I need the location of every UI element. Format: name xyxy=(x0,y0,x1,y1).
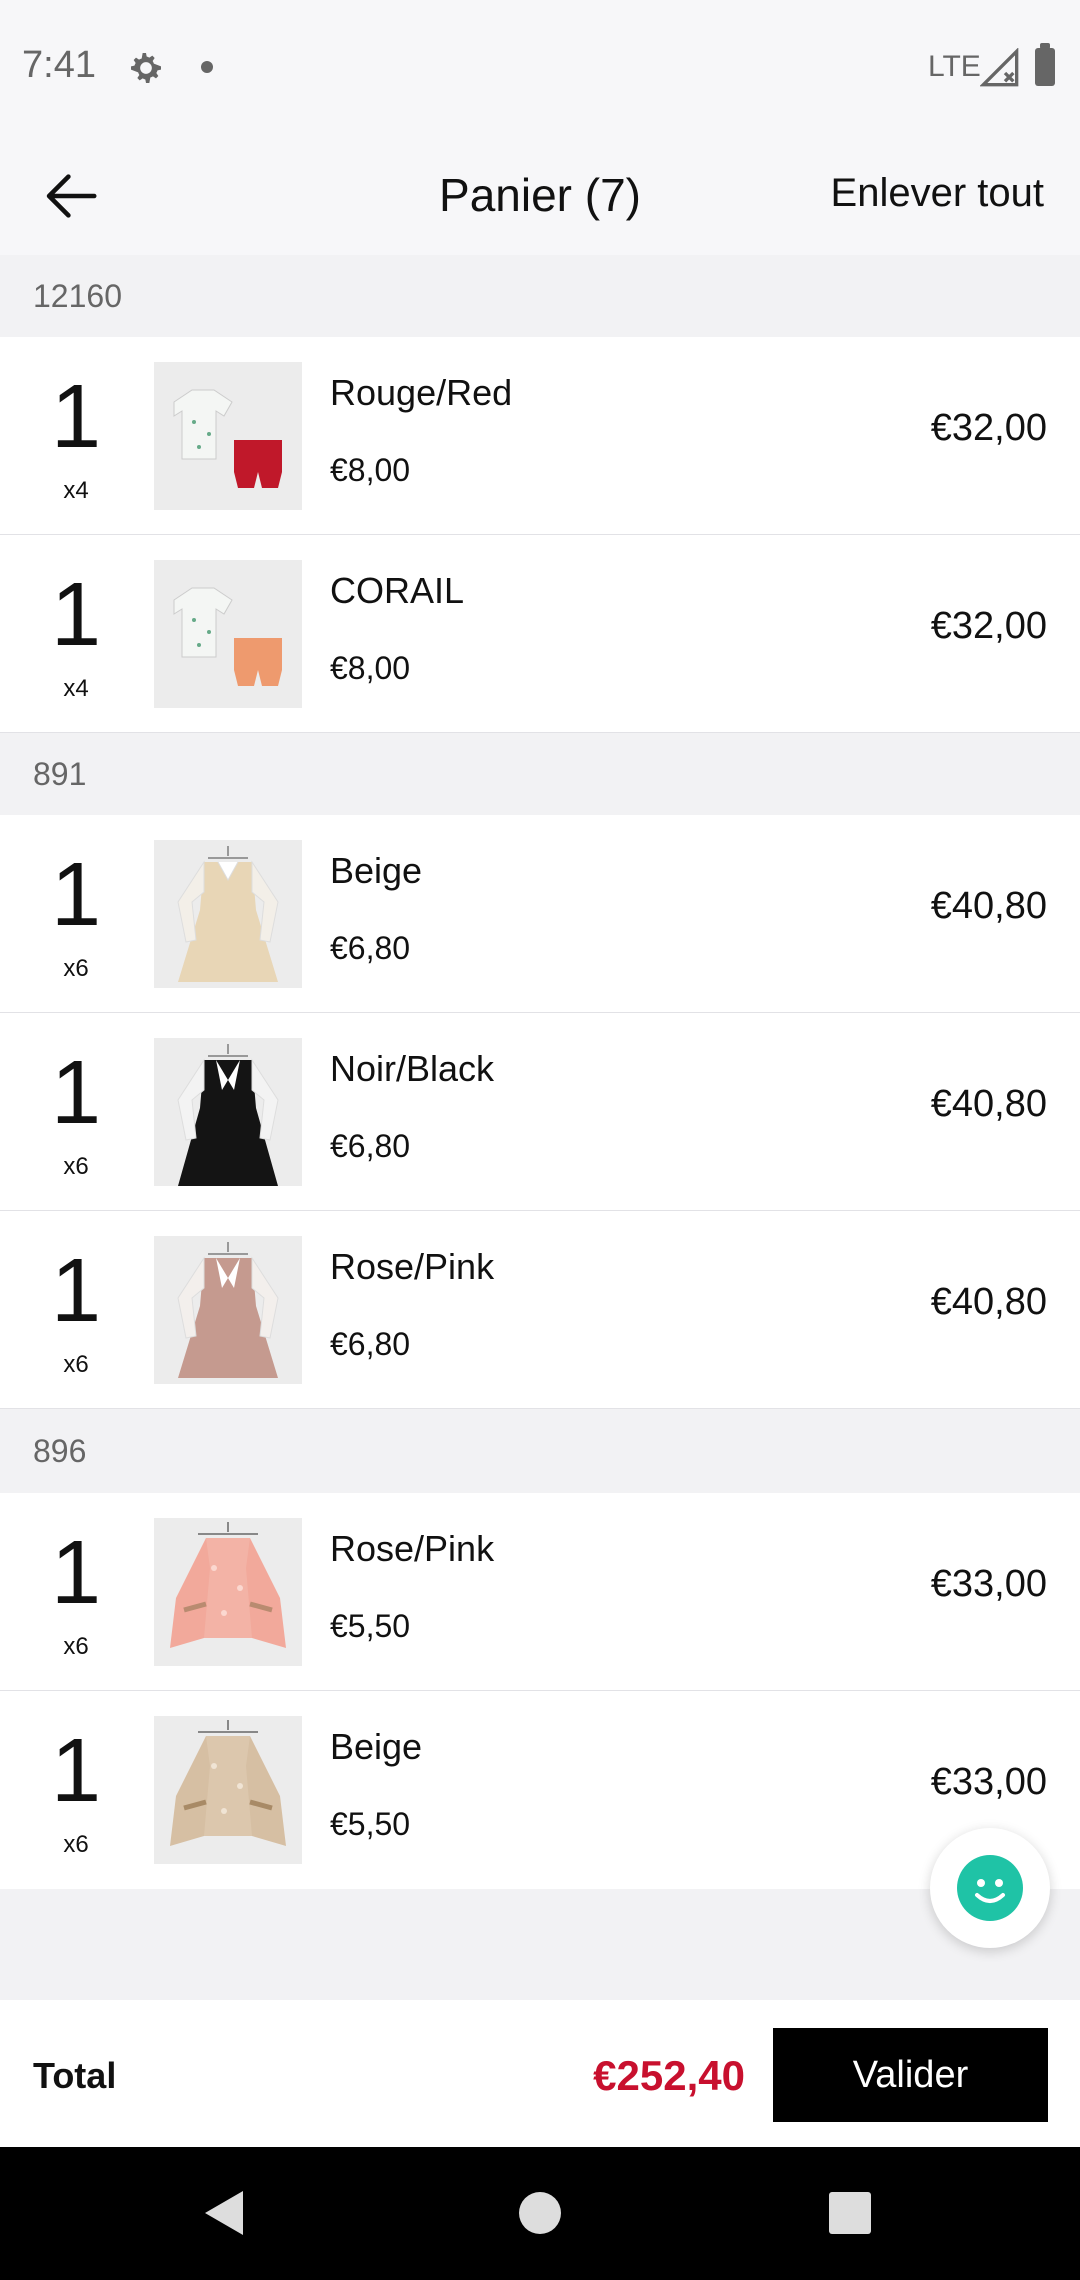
system-nav-bar xyxy=(0,2147,1080,2280)
total-value: €252,40 xyxy=(593,2052,745,2099)
item-line-total: €32,00 xyxy=(930,605,1047,647)
chat-support-button[interactable] xyxy=(930,1828,1050,1948)
battery-icon xyxy=(1035,43,1055,86)
item-unit-price: €6,80 xyxy=(330,1326,411,1362)
clear-all-button[interactable]: Enlever tout xyxy=(831,171,1044,216)
group-header: 891 xyxy=(0,733,1080,815)
back-arrow-icon[interactable] xyxy=(40,165,102,227)
product-image[interactable] xyxy=(154,840,302,988)
network-type: LTE xyxy=(928,50,981,83)
product-image[interactable] xyxy=(154,560,302,708)
product-image[interactable] xyxy=(154,1038,302,1186)
item-variant-name: Beige xyxy=(330,1726,423,1767)
chat-smile-icon xyxy=(957,1855,1023,1921)
status-bar: 7:41 LTE xyxy=(0,0,1080,135)
validate-button[interactable]: Valider xyxy=(773,2028,1048,2122)
item-line-total: €40,80 xyxy=(930,885,1047,927)
item-line-total: €33,00 xyxy=(930,1761,1047,1803)
item-line-total: €40,80 xyxy=(930,1281,1047,1323)
product-image[interactable] xyxy=(154,1518,302,1666)
settings-gear-icon xyxy=(131,53,161,83)
checkout-footer: Total €252,40 Valider xyxy=(0,2000,1080,2147)
group-header: 896 xyxy=(0,1409,1080,1493)
signal-icon xyxy=(980,48,1019,87)
cart-item[interactable]: 1 x6 Beige €6,80 €40,80 xyxy=(0,815,1080,1013)
cart-item[interactable]: 1 x6 Beige €5,50 €33,00 xyxy=(0,1691,1080,1889)
item-multiplier: x6 xyxy=(63,955,89,982)
app-header: Panier (7) Enlever tout xyxy=(0,135,1080,255)
item-multiplier: x4 xyxy=(63,477,89,504)
item-variant-name: CORAIL xyxy=(330,570,465,611)
item-unit-price: €5,50 xyxy=(330,1608,411,1644)
cart-item[interactable]: 1 x6 Rose/Pink €6,80 €40,80 xyxy=(0,1211,1080,1409)
item-multiplier: x6 xyxy=(63,1351,89,1378)
item-quantity[interactable]: 1 xyxy=(40,565,112,665)
item-variant-name: Rose/Pink xyxy=(330,1528,495,1569)
nav-home-icon[interactable] xyxy=(519,2192,561,2234)
item-variant-name: Rouge/Red xyxy=(330,372,513,413)
item-quantity[interactable]: 1 xyxy=(40,845,112,945)
notification-dot-icon xyxy=(201,61,213,73)
product-image[interactable] xyxy=(154,1716,302,1864)
item-unit-price: €8,00 xyxy=(330,650,411,686)
item-line-total: €32,00 xyxy=(930,407,1047,449)
total-label: Total xyxy=(33,2055,117,2096)
item-quantity[interactable]: 1 xyxy=(40,1043,112,1143)
nav-recents-icon[interactable] xyxy=(829,2192,871,2234)
item-unit-price: €8,00 xyxy=(330,452,411,488)
product-image[interactable] xyxy=(154,362,302,510)
item-quantity[interactable]: 1 xyxy=(40,1523,112,1623)
item-quantity[interactable]: 1 xyxy=(40,1241,112,1341)
status-time: 7:41 xyxy=(22,44,96,86)
item-variant-name: Rose/Pink xyxy=(330,1246,495,1287)
item-multiplier: x6 xyxy=(63,1633,89,1660)
item-multiplier: x6 xyxy=(63,1831,89,1858)
cart-item[interactable]: 1 x4 CORAIL €8,00 €32,00 xyxy=(0,535,1080,733)
item-line-total: €40,80 xyxy=(930,1083,1047,1125)
cart-item[interactable]: 1 x6 Rose/Pink €5,50 €33,00 xyxy=(0,1493,1080,1691)
item-quantity[interactable]: 1 xyxy=(40,367,112,467)
product-image[interactable] xyxy=(154,1236,302,1384)
item-variant-name: Noir/Black xyxy=(330,1048,495,1089)
item-quantity[interactable]: 1 xyxy=(40,1721,112,1821)
item-multiplier: x6 xyxy=(63,1153,89,1180)
item-unit-price: €6,80 xyxy=(330,930,411,966)
item-multiplier: x4 xyxy=(63,675,89,702)
item-unit-price: €6,80 xyxy=(330,1128,411,1164)
group-header: 12160 xyxy=(0,255,1080,337)
item-line-total: €33,00 xyxy=(930,1563,1047,1605)
cart-list: 12160 1 x4 Rouge/Red €8,00 €32,00 1 x4 C… xyxy=(0,255,1080,1889)
item-variant-name: Beige xyxy=(330,850,423,891)
cart-item[interactable]: 1 x4 Rouge/Red €8,00 €32,00 xyxy=(0,337,1080,535)
cart-item[interactable]: 1 x6 Noir/Black €6,80 €40,80 xyxy=(0,1013,1080,1211)
item-unit-price: €5,50 xyxy=(330,1806,411,1842)
nav-back-icon[interactable] xyxy=(205,2191,243,2235)
